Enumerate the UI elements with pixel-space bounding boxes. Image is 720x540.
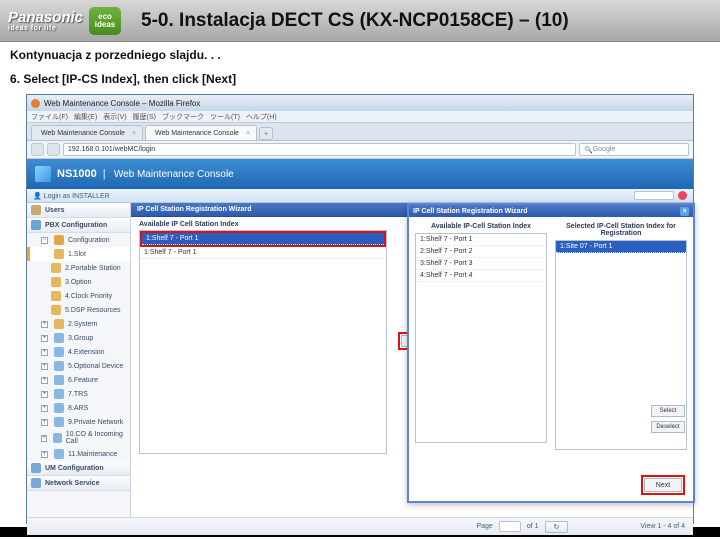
search-field[interactable]: 🔍 Google <box>579 143 689 156</box>
login-status-bar: 👤 Login as INSTALLER <box>27 189 693 203</box>
sidebar-item-maintenance[interactable]: +11.Maintenance <box>27 447 130 461</box>
address-bar[interactable]: 192.168.0.101/webMC/login <box>63 143 576 156</box>
page-input[interactable] <box>499 521 521 532</box>
wmc-banner: NS1000 | Web Maintenance Console <box>27 159 693 189</box>
next-button[interactable]: Next <box>644 478 682 492</box>
main-content: IP Cell Station Registration Wizard × Av… <box>131 203 693 517</box>
highlight-annotation: Next <box>641 475 685 495</box>
sidebar-item-portable[interactable]: 2.Portable Station <box>27 261 130 275</box>
highlight-annotation: 1:Shelf 7 - Port 1 <box>140 231 386 247</box>
browser-tab-active[interactable]: Web Maintenance Console× <box>145 125 257 140</box>
back-button[interactable] <box>31 143 44 156</box>
close-icon[interactable]: × <box>132 130 136 137</box>
step-instruction: 6. Select [IP-CS Index], then click [Nex… <box>0 66 720 92</box>
deselect-button[interactable]: Deselect <box>651 421 685 433</box>
forward-button[interactable] <box>47 143 60 156</box>
firefox-titlebar: Web Maintenance Console – Mozilla Firefo… <box>27 95 693 111</box>
sidebar-item-config[interactable]: −Configuration <box>27 233 130 247</box>
firefox-toolbar: 192.168.0.101/webMC/login 🔍 Google <box>27 141 693 159</box>
sidebar-item-pbx[interactable]: PBX Configuration <box>27 218 130 233</box>
sidebar-item-private-net[interactable]: +9.Private Network <box>27 415 130 429</box>
sidebar-item-option[interactable]: 3.Option <box>27 275 130 289</box>
avatar-icon: 👤 Login as INSTALLER <box>33 192 110 200</box>
popup-available-header: Available IP-Cell Station Index <box>415 223 547 230</box>
sidebar-item-um[interactable]: UM Configuration <box>27 461 130 476</box>
sidebar-item-co[interactable]: +10.CO & Incoming Call <box>27 429 130 447</box>
sidebar-item-users[interactable]: Users <box>27 203 130 218</box>
sidebar-item-group[interactable]: +3.Group <box>27 331 130 345</box>
popup-selected-header: Selected IP-Cell Station Index for Regis… <box>555 223 687 237</box>
sidebar-item-feature[interactable]: +6.Feature <box>27 373 130 387</box>
embedded-screenshot: Web Maintenance Console – Mozilla Firefo… <box>26 94 694 524</box>
firefox-icon <box>31 99 40 108</box>
sidebar-item-clock[interactable]: 4.Clock Priority <box>27 289 130 303</box>
nav-sidebar: Users PBX Configuration −Configuration 1… <box>27 203 131 517</box>
slide-header: Panasonicideas for life ecoideas 5-0. In… <box>0 0 720 42</box>
list-item[interactable]: 3:Shelf 7 - Port 3 <box>416 258 546 270</box>
available-index-header: Available IP Cell Station Index <box>139 221 387 228</box>
sidebar-item-dsp[interactable]: 5.DSP Resources <box>27 303 130 317</box>
eco-ideas-badge: ecoideas <box>89 7 121 35</box>
list-item[interactable]: 1:Shelf 7 - Port 1 <box>140 247 386 259</box>
new-tab-button[interactable]: + <box>259 127 273 140</box>
select-button[interactable]: Select <box>651 405 685 417</box>
popup-available-listbox[interactable]: 1:Shelf 7 - Port 1 2:Shelf 7 - Port 2 3:… <box>415 233 547 443</box>
list-item[interactable]: 4:Shelf 7 - Port 4 <box>416 270 546 282</box>
close-icon[interactable]: × <box>246 130 250 137</box>
wizard-popup: IP Cell Station Registration Wizard × Av… <box>407 203 695 503</box>
page-label: Page <box>476 523 492 530</box>
product-icon <box>35 166 51 182</box>
firefox-tabstrip: Web Maintenance Console× Web Maintenance… <box>27 123 693 141</box>
sidebar-item-slot[interactable]: 1.Slot <box>27 247 130 261</box>
browser-tab[interactable]: Web Maintenance Console× <box>31 125 143 140</box>
available-index-listbox[interactable]: 1:Shelf 7 - Port 1 1:Shelf 7 - Port 1 <box>139 230 387 454</box>
sidebar-item-trs[interactable]: +7.TRS <box>27 387 130 401</box>
list-item[interactable]: 1:Site 07 - Port 1 <box>556 241 686 253</box>
sidebar-item-network[interactable]: Network Service <box>27 476 130 491</box>
list-item[interactable]: 2:Shelf 7 - Port 2 <box>416 246 546 258</box>
sidebar-item-optional-device[interactable]: +5.Optional Device <box>27 359 130 373</box>
panasonic-logo: Panasonicideas for life <box>8 10 83 32</box>
sidebar-item-ars[interactable]: +8.ARS <box>27 401 130 415</box>
firefox-menubar[interactable]: ファイル(F)編集(E)表示(V)履歴(S)ブックマークツール(T)ヘルプ(H) <box>27 111 693 123</box>
window-title: Web Maintenance Console – Mozilla Firefo… <box>44 99 200 108</box>
view-range: View 1 - 4 of 4 <box>640 523 685 530</box>
continuation-note: Kontynuacja z porzedniego slajdu. . . <box>0 42 720 66</box>
popup-titlebar: IP Cell Station Registration Wizard × <box>409 205 693 217</box>
logout-icon[interactable] <box>678 191 687 200</box>
close-icon[interactable]: × <box>680 207 689 216</box>
pager-toolbar: Page of 1 ↻ View 1 - 4 of 4 <box>27 517 693 535</box>
page-total: of 1 <box>527 523 539 530</box>
refresh-button[interactable]: ↻ <box>545 521 569 533</box>
list-item[interactable]: 1:Shelf 7 - Port 1 <box>142 233 384 245</box>
slide-title: 5-0. Instalacja DECT CS (KX-NCP0158CE) –… <box>141 10 569 32</box>
sidebar-item-system[interactable]: +2.System <box>27 317 130 331</box>
list-item[interactable]: 1:Shelf 7 - Port 1 <box>416 234 546 246</box>
site-dropdown[interactable] <box>634 191 674 200</box>
sidebar-item-extension[interactable]: +4.Extension <box>27 345 130 359</box>
